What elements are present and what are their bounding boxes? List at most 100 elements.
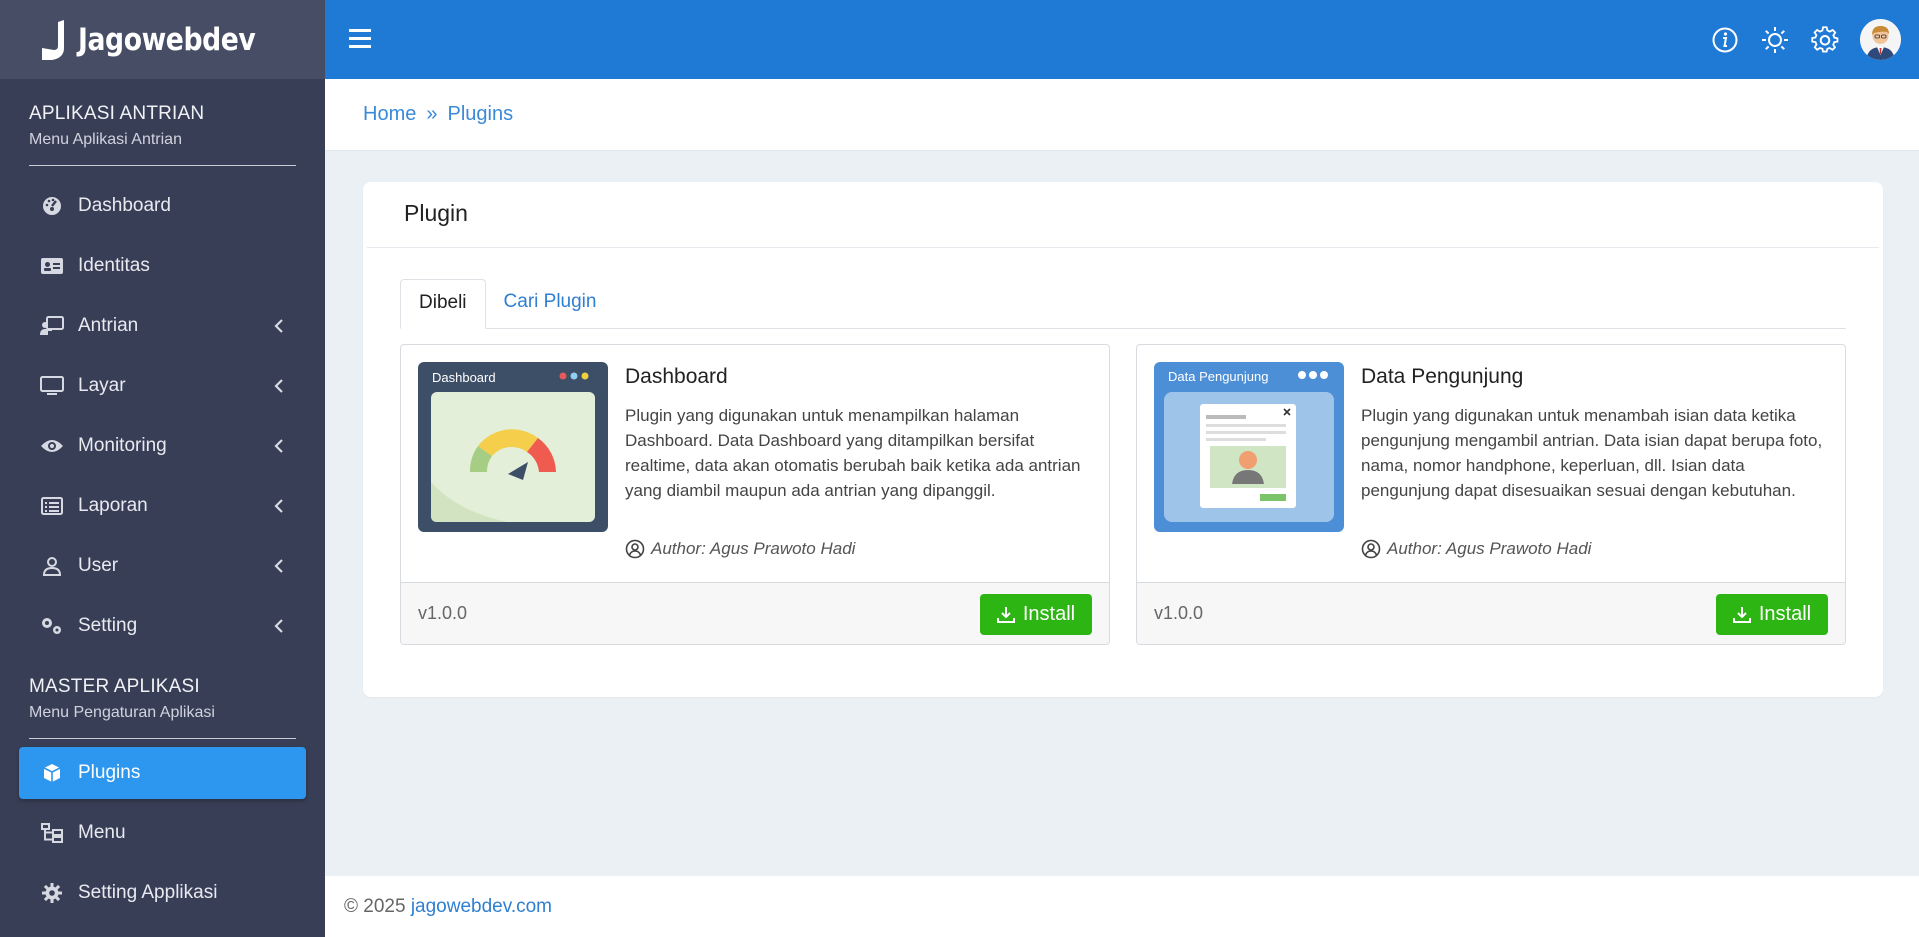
sidebar-item-menu[interactable]: Menu: [19, 807, 306, 859]
plugin-author: Author: Agus Prawoto Hadi: [625, 539, 855, 559]
visitor-form-illustration-icon: [1154, 362, 1344, 532]
gears-icon: [40, 614, 64, 638]
divider: [29, 738, 296, 739]
breadcrumb-home[interactable]: Home: [363, 103, 416, 126]
sidebar-item-label: Setting: [78, 615, 138, 636]
plugin-footer: v1.0.0 Install: [1137, 582, 1845, 644]
plugin-footer: v1.0.0 Install: [401, 582, 1109, 644]
sidebar-section-aplikasi: APLIKASI ANTRIAN Menu Aplikasi Antrian: [0, 79, 325, 166]
section-subtitle: Menu Aplikasi Antrian: [29, 131, 182, 148]
plugin-author-text: Author: Agus Prawoto Hadi: [1387, 539, 1592, 558]
breadcrumb-current[interactable]: Plugins: [447, 103, 513, 126]
sidebar-item-label: Menu: [78, 822, 126, 843]
sidebar: Jagowebdev APLIKASI ANTRIAN Menu Aplikas…: [0, 0, 325, 937]
report-icon: [40, 494, 64, 518]
sidebar-nav-master: Plugins Menu Setting Applikasi: [0, 747, 325, 919]
plugin-thumbnail: [418, 362, 608, 532]
sidebar-item-plugins[interactable]: Plugins: [19, 747, 306, 799]
install-button[interactable]: Install: [980, 594, 1092, 635]
sidebar-item-label: Identitas: [78, 255, 150, 276]
plugin-version: v1.0.0: [1154, 603, 1204, 623]
hamburger-menu-icon[interactable]: [349, 27, 375, 51]
tab-dibeli[interactable]: Dibeli: [400, 279, 486, 329]
sidebar-item-identitas[interactable]: Identitas: [19, 240, 306, 292]
section-title: APLIKASI ANTRIAN: [29, 103, 205, 124]
tab-cari-plugin[interactable]: Cari Plugin: [486, 279, 615, 327]
install-button-label: Install: [1022, 603, 1076, 625]
sidebar-item-setting-applikasi[interactable]: Setting Applikasi: [19, 867, 306, 919]
sidebar-item-label: Setting Applikasi: [78, 882, 218, 903]
cube-icon: [40, 761, 64, 785]
gear-icon[interactable]: [1810, 25, 1840, 55]
chevron-left-icon: [274, 439, 283, 453]
section-title: MASTER APLIKASI: [29, 676, 200, 697]
plugin-title: Data Pengunjung: [1361, 365, 1524, 388]
dashboard-illustration-icon: [418, 362, 608, 532]
install-button[interactable]: Install: [1716, 594, 1828, 635]
sidebar-item-label: Laporan: [78, 495, 148, 516]
chevron-left-icon: [274, 379, 283, 393]
sidebar-item-user[interactable]: User: [19, 540, 306, 592]
sidebar-item-laporan[interactable]: Laporan: [19, 480, 306, 532]
plugin-title: Dashboard: [625, 365, 728, 388]
sidebar-section-master: MASTER APLIKASI Menu Pengaturan Aplikasi: [0, 652, 325, 739]
plugin-tabs: Dibeli Cari Plugin: [400, 279, 1846, 329]
brand-name: Jagowebdev: [78, 21, 256, 58]
sun-icon[interactable]: [1760, 25, 1790, 55]
breadcrumb: Home » Plugins: [325, 79, 1919, 151]
avatar[interactable]: [1860, 19, 1901, 60]
plugin-author: Author: Agus Prawoto Hadi: [1361, 539, 1591, 559]
chevron-left-icon: [274, 559, 283, 573]
sidebar-item-monitoring[interactable]: Monitoring: [19, 420, 306, 472]
thumbnail-label: Data Pengunjung: [1168, 369, 1269, 384]
page-title: Plugin: [367, 182, 1879, 248]
plugin-item-data-pengunjung: Data Pengunjung Data Pengunjung Plugin y…: [1136, 344, 1846, 645]
user-icon: [40, 554, 64, 578]
chevron-left-icon: [274, 319, 283, 333]
id-card-icon: [40, 254, 64, 278]
user-circle-icon: [1361, 539, 1381, 559]
info-icon[interactable]: [1710, 25, 1740, 55]
topbar: [325, 0, 1919, 79]
sidebar-item-label: User: [78, 555, 119, 576]
sidebar-nav-aplikasi: Dashboard Identitas Antrian Layar Monito…: [0, 180, 325, 652]
download-icon: [1732, 606, 1751, 623]
footer-link[interactable]: jagowebdev.com: [411, 896, 552, 917]
sidebar-item-label: Antrian: [78, 315, 139, 336]
page-footer: © 2025 jagowebdev.com: [325, 876, 1919, 937]
sidebar-item-dashboard[interactable]: Dashboard: [19, 180, 306, 232]
brand-logo[interactable]: Jagowebdev: [0, 0, 325, 79]
tree-icon: [40, 821, 64, 845]
monitor-icon: [40, 374, 64, 398]
plugin-card: Plugin Dibeli Cari Plugin Dashboard Dash…: [363, 182, 1883, 697]
thumbnail-label: Dashboard: [432, 370, 496, 385]
sidebar-item-label: Layar: [78, 375, 126, 396]
sidebar-item-label: Dashboard: [78, 195, 171, 216]
breadcrumb-separator: »: [426, 103, 438, 125]
dashboard-icon: [40, 194, 64, 218]
sidebar-item-label: Monitoring: [78, 435, 167, 456]
chevron-left-icon: [274, 499, 283, 513]
install-button-label: Install: [1758, 603, 1812, 625]
divider: [29, 165, 296, 166]
queue-icon: [40, 314, 64, 338]
chevron-left-icon: [274, 619, 283, 633]
brand-mark-icon: [42, 19, 65, 60]
eye-icon: [40, 434, 64, 458]
user-circle-icon: [625, 539, 645, 559]
gear-icon: [40, 881, 64, 905]
topbar-actions: [1710, 0, 1919, 79]
download-icon: [996, 606, 1015, 623]
plugin-description: Plugin yang digunakan untuk menampilkan …: [625, 406, 1081, 500]
footer-copyright: © 2025: [344, 896, 411, 917]
plugin-thumbnail: [1154, 362, 1344, 532]
sidebar-item-antrian[interactable]: Antrian: [19, 300, 306, 352]
section-subtitle: Menu Pengaturan Aplikasi: [29, 704, 215, 721]
plugin-author-text: Author: Agus Prawoto Hadi: [651, 539, 856, 558]
sidebar-item-label: Plugins: [78, 762, 141, 783]
plugin-description: Plugin yang digunakan untuk menambah isi…: [1361, 406, 1823, 500]
plugin-version: v1.0.0: [418, 603, 468, 623]
sidebar-item-setting[interactable]: Setting: [19, 600, 306, 652]
sidebar-item-layar[interactable]: Layar: [19, 360, 306, 412]
plugin-item-dashboard: Dashboard Dashboard Plugin yang digunaka…: [400, 344, 1110, 645]
